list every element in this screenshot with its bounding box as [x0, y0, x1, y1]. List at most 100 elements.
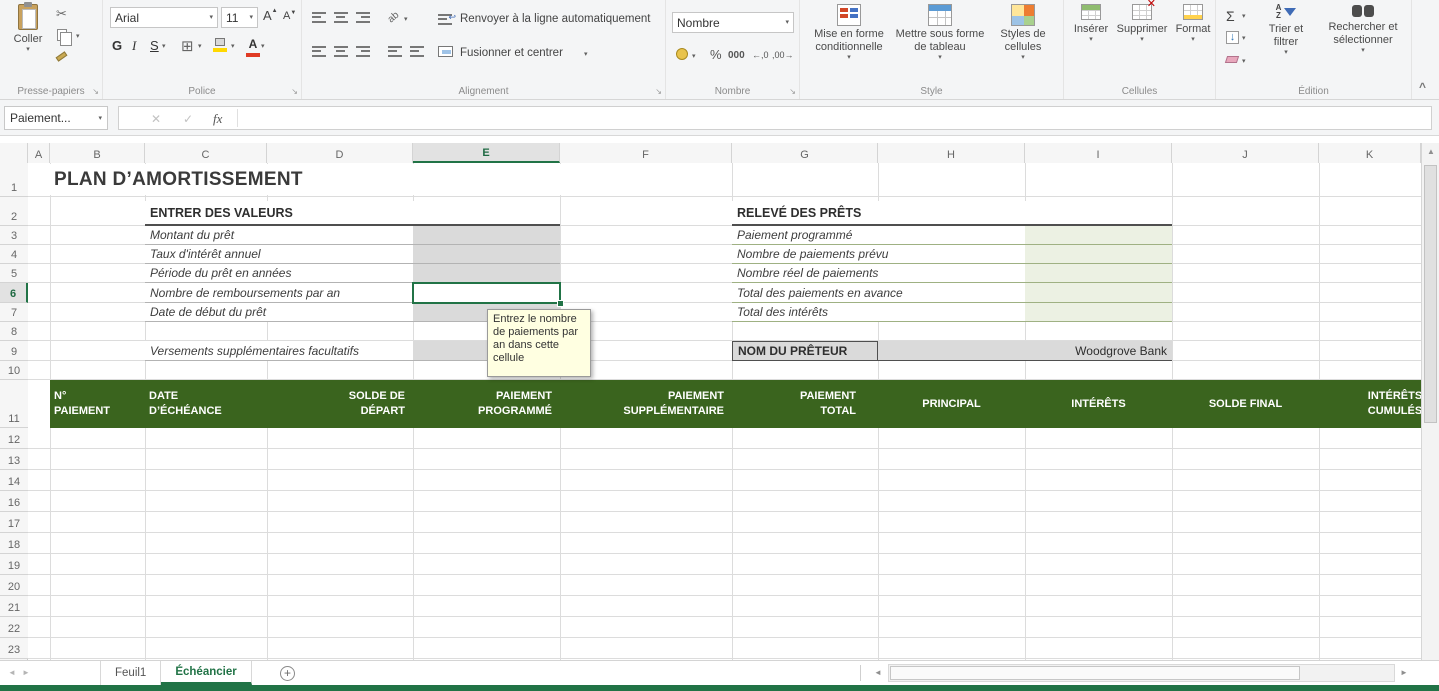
row-header[interactable]: 20 — [0, 575, 28, 596]
name-box-dropdown-icon[interactable]: ▾ — [98, 115, 102, 122]
table-header-cell[interactable]: PAIEMENT SUPPLÉMENTAIRE — [560, 380, 732, 428]
tab-prev-icon[interactable]: ◄ — [8, 669, 16, 677]
find-select-dropdown-icon[interactable]: ▾ — [1361, 47, 1365, 54]
horizontal-scroll-thumb[interactable] — [890, 666, 1300, 680]
number-format-combo[interactable]: Nombre ▾ — [672, 12, 794, 33]
clipboard-dialog-launcher-icon[interactable]: ↘ — [92, 87, 99, 96]
row-header[interactable]: 3 — [0, 226, 28, 245]
summary-value-cell[interactable] — [1025, 264, 1172, 282]
row-header[interactable]: 19 — [0, 554, 28, 575]
orientation-icon[interactable]: ab — [386, 10, 402, 26]
format-cells-button[interactable]: Format ▾ — [1172, 4, 1214, 43]
delete-cells-button[interactable]: Supprimer ▾ — [1114, 0, 1170, 43]
fill-handle[interactable] — [557, 300, 564, 307]
row-header[interactable]: 10 — [0, 361, 28, 380]
bold-button[interactable]: G — [112, 38, 122, 53]
horizontal-scrollbar[interactable] — [888, 664, 1395, 682]
fill-dropdown-icon[interactable]: ▾ — [1242, 35, 1246, 42]
column-header[interactable]: K — [1319, 143, 1421, 163]
comma-style-button[interactable]: 000 — [728, 50, 745, 61]
conditional-formatting-dropdown-icon[interactable]: ▾ — [847, 54, 851, 61]
scroll-up-icon[interactable]: ▲ — [1427, 148, 1435, 156]
table-header-cell[interactable]: SOLDE DE DÉPART — [267, 380, 413, 428]
collapse-ribbon-icon[interactable]: ^ — [1419, 80, 1426, 94]
row-header[interactable]: 14 — [0, 470, 28, 491]
fill-color-icon[interactable] — [213, 38, 227, 52]
underline-button[interactable]: S — [150, 38, 159, 53]
alignment-dialog-launcher-icon[interactable]: ↘ — [655, 87, 662, 96]
row-header[interactable]: 2 — [0, 197, 28, 226]
column-header[interactable]: C — [145, 143, 267, 163]
column-header[interactable]: I — [1025, 143, 1172, 163]
tab-next-icon[interactable]: ► — [22, 669, 30, 677]
conditional-formatting-button[interactable]: Mise en forme conditionnelle ▾ — [806, 4, 892, 61]
number-dialog-launcher-icon[interactable]: ↘ — [789, 87, 796, 96]
row-header[interactable]: 17 — [0, 512, 28, 533]
table-header-cell[interactable]: SOLDE FINAL — [1172, 380, 1319, 428]
wrap-text-icon[interactable]: ↩ — [438, 12, 456, 30]
copy-icon[interactable] — [57, 29, 72, 46]
sheet-tab-active[interactable]: Échéancier — [161, 661, 252, 685]
fill-down-icon[interactable]: ↓ — [1226, 31, 1239, 44]
cell-styles-dropdown-icon[interactable]: ▾ — [1021, 54, 1025, 61]
sheet-tab[interactable]: Feuil1 — [100, 661, 162, 685]
borders-icon[interactable]: ⊞ — [181, 37, 194, 55]
percent-style-button[interactable]: % — [710, 47, 722, 62]
merge-center-button[interactable]: Fusionner et centrer — [460, 47, 563, 59]
font-name-dropdown-icon[interactable]: ▾ — [209, 14, 213, 21]
insert-function-icon[interactable]: fx — [213, 111, 222, 127]
find-select-button[interactable]: Rechercher et sélectionner ▾ — [1318, 4, 1408, 54]
column-header[interactable]: F — [560, 143, 732, 163]
fill-color-dropdown-icon[interactable]: ▾ — [231, 43, 235, 50]
row-header[interactable]: 7 — [0, 303, 28, 322]
tab-splitter[interactable] — [860, 665, 861, 681]
font-size-combo[interactable]: 11 ▾ — [221, 7, 258, 28]
font-color-icon[interactable]: A — [246, 37, 260, 57]
font-size-dropdown-icon[interactable]: ▾ — [249, 14, 253, 21]
vertical-scroll-thumb[interactable] — [1424, 165, 1437, 423]
borders-dropdown-icon[interactable]: ▾ — [198, 43, 202, 50]
row-header[interactable]: 1 — [0, 163, 28, 197]
format-as-table-dropdown-icon[interactable]: ▾ — [938, 54, 942, 61]
copy-dropdown-icon[interactable]: ▾ — [76, 33, 80, 40]
cut-icon[interactable]: ✂ — [56, 6, 67, 22]
table-header-cell[interactable]: N° PAIEMENT — [50, 380, 145, 428]
align-center-icon[interactable] — [334, 46, 348, 57]
input-cell[interactable] — [413, 245, 560, 263]
format-cells-dropdown-icon[interactable]: ▾ — [1191, 36, 1195, 43]
column-header[interactable]: J — [1172, 143, 1319, 163]
font-color-dropdown-icon[interactable]: ▾ — [261, 43, 265, 50]
row-header[interactable]: 9 — [0, 341, 28, 361]
insert-cells-dropdown-icon[interactable]: ▾ — [1089, 36, 1093, 43]
paste-dropdown-icon[interactable]: ▾ — [26, 46, 30, 53]
increase-indent-icon[interactable] — [410, 46, 424, 57]
cell-styles-button[interactable]: Styles de cellules ▾ — [988, 4, 1058, 61]
column-header[interactable]: H — [878, 143, 1025, 163]
row-header[interactable]: 5 — [0, 264, 28, 283]
italic-button[interactable]: I — [132, 38, 136, 54]
font-dialog-launcher-icon[interactable]: ↘ — [291, 87, 298, 96]
paste-button[interactable]: Coller ▾ — [6, 2, 50, 53]
row-header[interactable]: 23 — [0, 638, 28, 659]
accounting-dropdown-icon[interactable]: ▾ — [692, 53, 696, 60]
row-header[interactable]: 11 — [0, 380, 28, 428]
input-cell[interactable] — [413, 264, 560, 282]
row-header[interactable]: 4 — [0, 245, 28, 264]
table-header-cell[interactable]: DATE D’ÉCHÉANCE — [145, 380, 267, 428]
scroll-right-icon[interactable]: ► — [1400, 669, 1408, 677]
increase-decimal-icon[interactable]: ←,0 — [752, 50, 769, 60]
row-header[interactable]: 16 — [0, 491, 28, 512]
cancel-icon[interactable]: ✕ — [151, 112, 161, 126]
align-bottom-icon[interactable] — [356, 12, 370, 23]
align-left-icon[interactable] — [312, 46, 326, 57]
decrease-font-icon[interactable]: A▼ — [283, 10, 296, 22]
summary-value-cell[interactable] — [1025, 226, 1172, 244]
sort-filter-button[interactable]: A Z Trier et filtrer ▾ — [1256, 4, 1316, 57]
orientation-dropdown-icon[interactable]: ▾ — [404, 16, 408, 23]
table-header-cell[interactable]: INTÉRÊTS — [1025, 380, 1172, 428]
merge-center-icon[interactable] — [438, 46, 453, 57]
insert-cells-button[interactable]: Insérer ▾ — [1068, 4, 1114, 43]
enter-icon[interactable]: ✓ — [183, 112, 193, 126]
name-box[interactable]: Paiement... ▾ — [4, 106, 108, 130]
column-header-selected[interactable]: E — [413, 143, 560, 163]
